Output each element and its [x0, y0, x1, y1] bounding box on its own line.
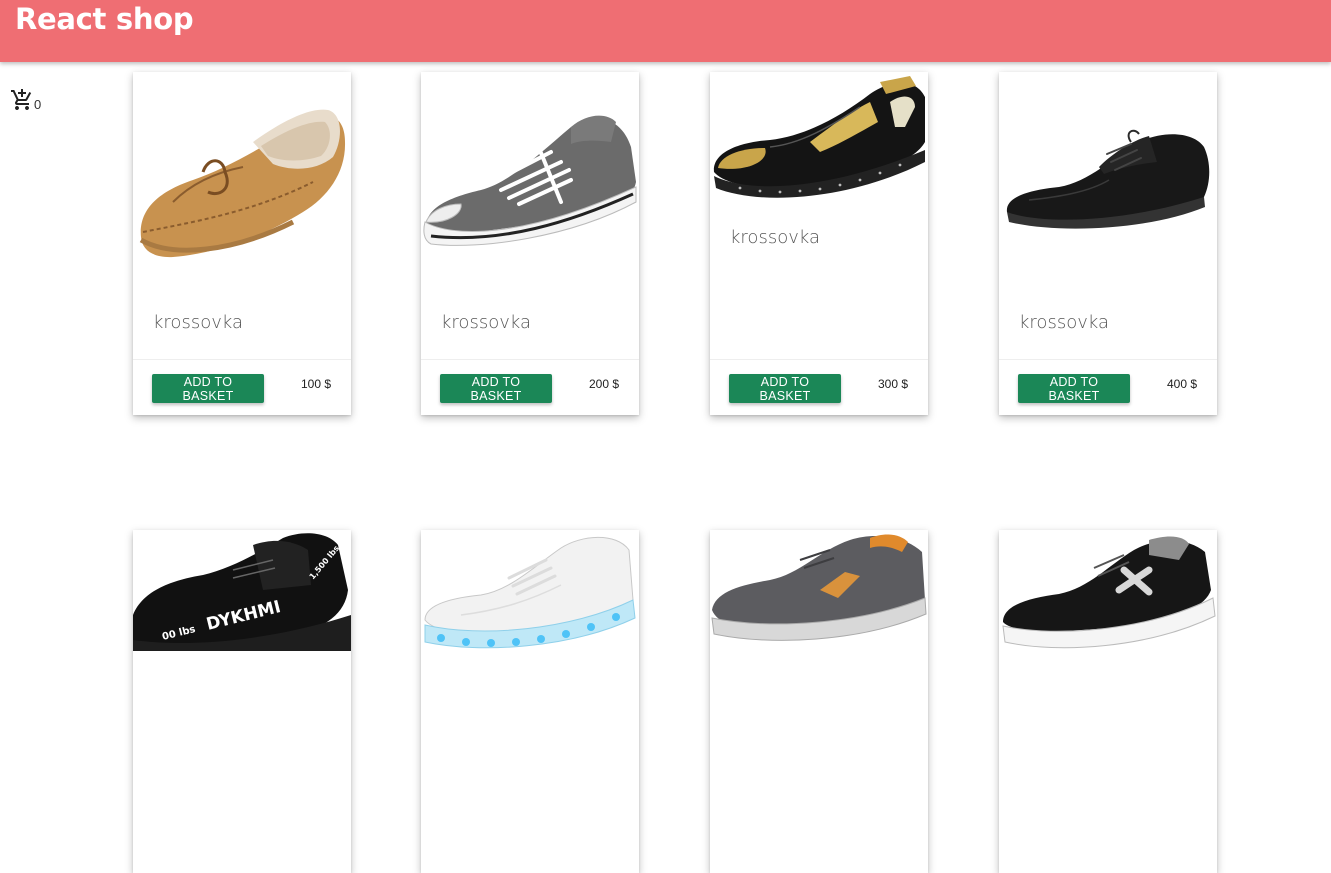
card-divider: [133, 359, 351, 360]
product-image-black-white-sneaker: [1002, 536, 1216, 649]
add-to-basket-button[interactable]: ADD TO BASKET: [440, 374, 552, 403]
product-price: 100 $: [300, 377, 331, 391]
product-title: krossovka: [1019, 312, 1109, 333]
card-divider: [710, 359, 928, 360]
product-card: krossovka ADD TO BASKET 300 $: [710, 72, 928, 415]
product-price: 200 $: [588, 377, 619, 391]
product-title: krossovka: [153, 312, 243, 333]
product-image-moccasin: [139, 109, 346, 258]
add-to-basket-button[interactable]: ADD TO BASKET: [1018, 374, 1130, 403]
app-header: React shop: [0, 0, 1331, 62]
product-price: 300 $: [877, 377, 908, 391]
product-card: [999, 530, 1217, 873]
card-divider: [421, 359, 639, 360]
product-price: 400 $: [1166, 377, 1197, 391]
product-image-white-led-sneaker: [424, 536, 636, 649]
cart-button[interactable]: 0: [10, 88, 41, 112]
cart-plus-icon: [11, 89, 32, 110]
product-card: [710, 530, 928, 873]
product-image-grey-skechers-sneaker: [711, 534, 927, 641]
app-title[interactable]: React shop: [15, 2, 194, 36]
product-card: DYKHMI 00 lbs 1,500 lbs: [133, 530, 351, 873]
product-image-grey-sneaker: [423, 115, 637, 246]
product-title: krossovka: [441, 312, 531, 333]
add-to-basket-button[interactable]: ADD TO BASKET: [729, 374, 841, 403]
product-title: krossovka: [730, 227, 820, 248]
product-image-black-running-shoe: DYKHMI 00 lbs 1,500 lbs: [133, 533, 351, 651]
product-card: krossovka ADD TO BASKET 400 $: [999, 72, 1217, 415]
product-card: krossovka ADD TO BASKET 200 $: [421, 72, 639, 415]
product-image-black-derby: [1006, 129, 1210, 229]
product-card: [421, 530, 639, 873]
product-image-patent-loafer: [713, 76, 925, 198]
product-card: krossovka ADD TO BASKET 100 $: [133, 72, 351, 415]
card-divider: [999, 359, 1217, 360]
cart-count: 0: [34, 97, 42, 112]
add-to-basket-button[interactable]: ADD TO BASKET: [152, 374, 264, 403]
